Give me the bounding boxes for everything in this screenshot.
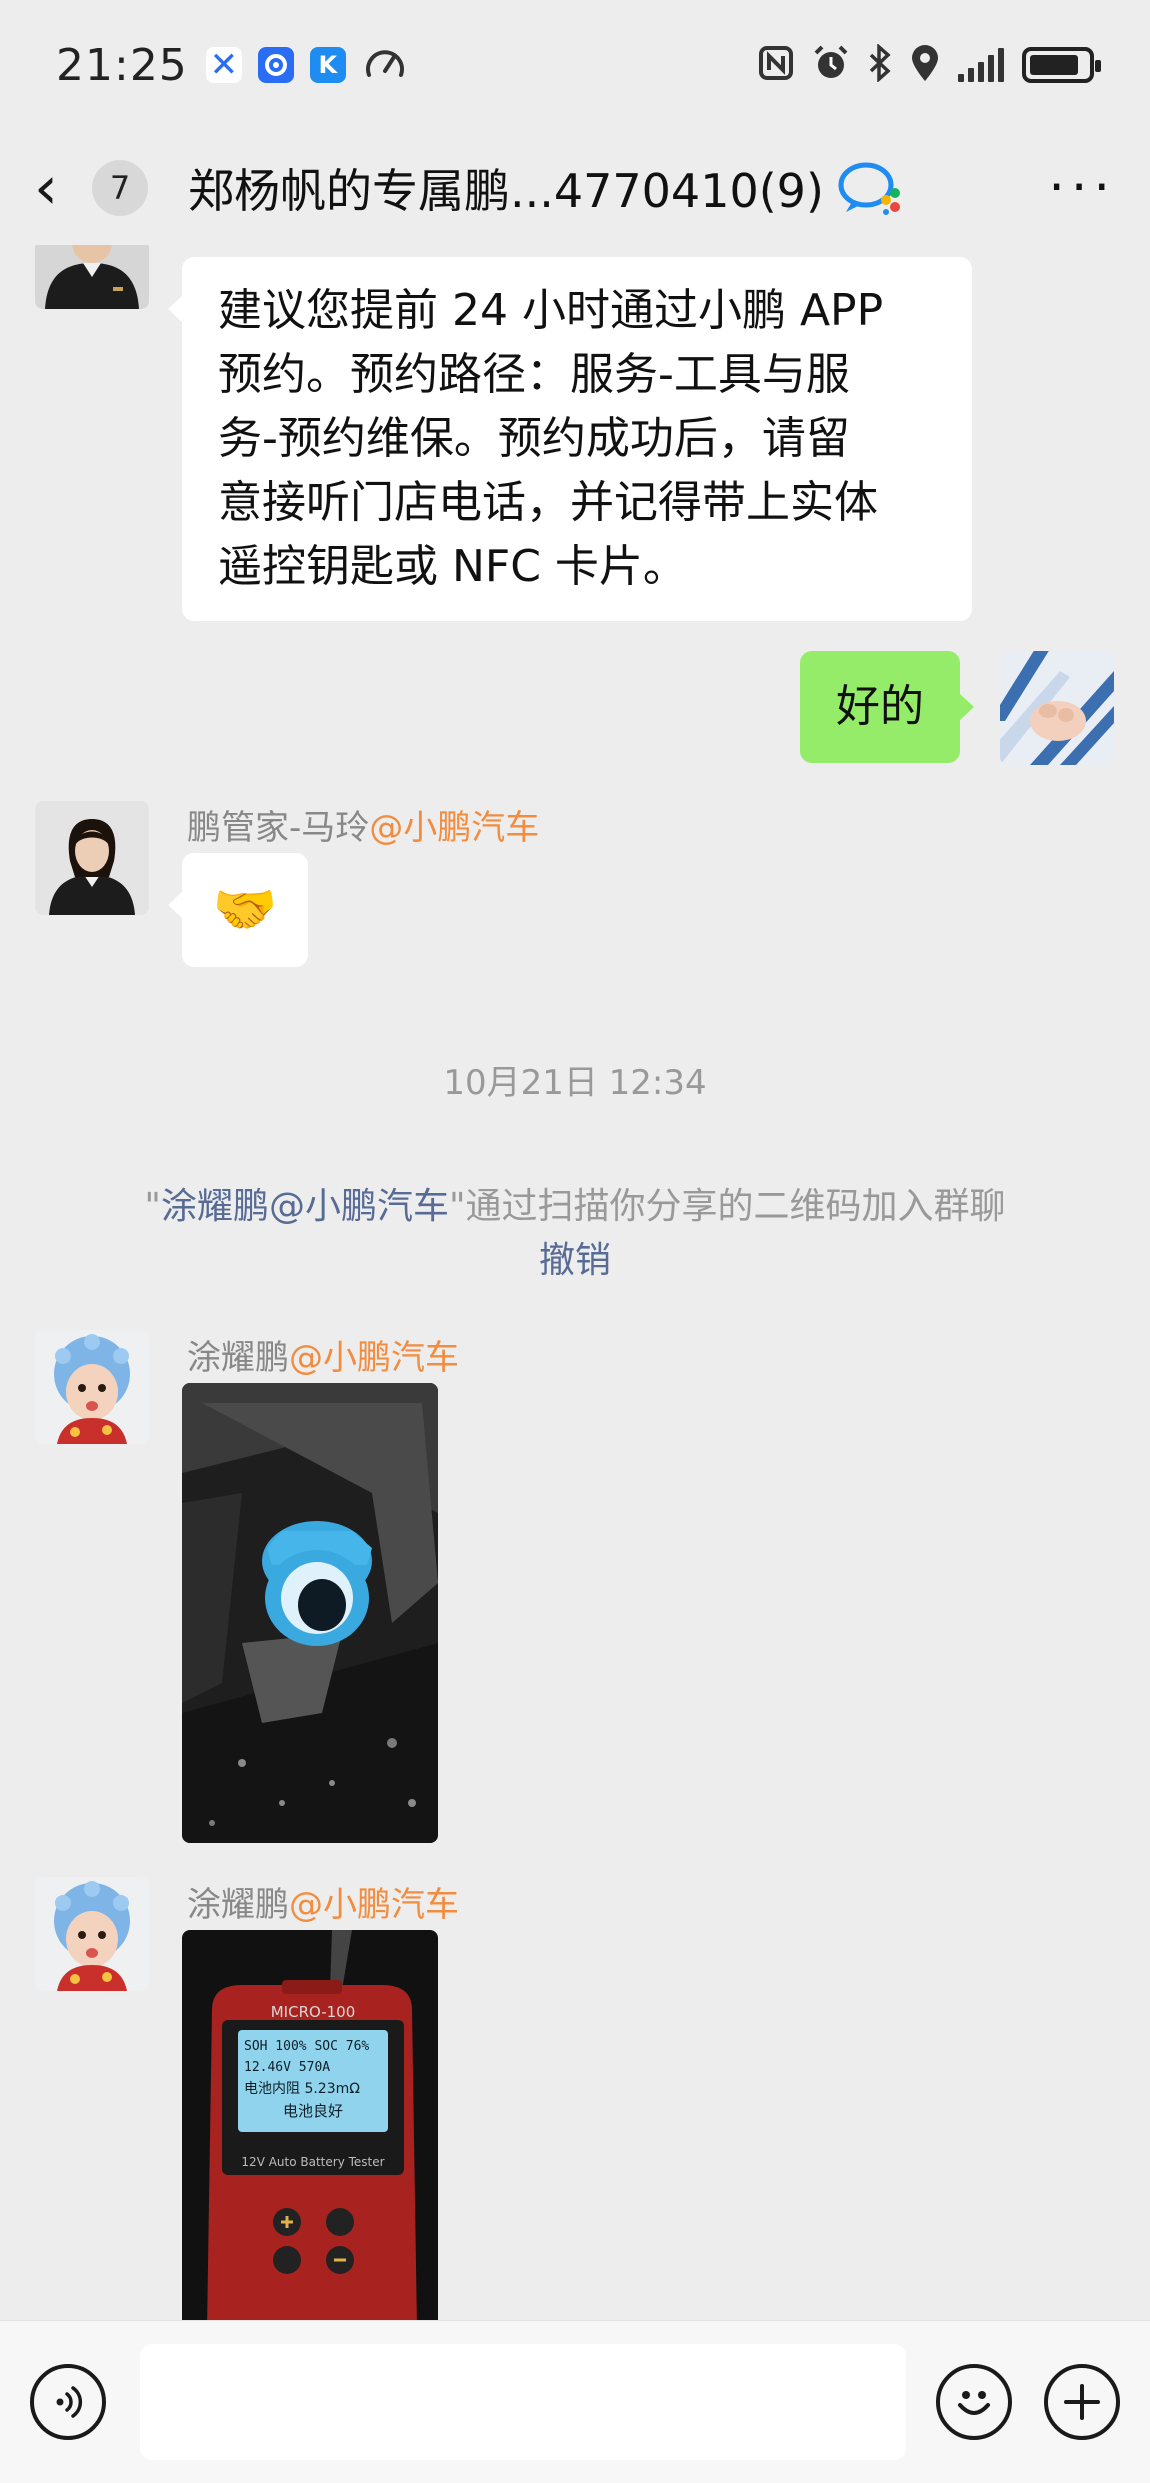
message-bubble-emoji[interactable]: 🤝 [168, 853, 308, 967]
wecom-group-icon [838, 160, 904, 216]
tester-screen-line: 电池良好 [283, 2102, 343, 2120]
chat-header: ‹ 7 郑杨帆的专属鹏...4770410(9) ··· [0, 130, 1150, 245]
input-bar [0, 2320, 1150, 2483]
plus-icon[interactable] [1044, 2364, 1120, 2440]
emoji-icon[interactable] [936, 2364, 1012, 2440]
device-model-label: MICRO-100 [271, 2003, 356, 2021]
system-join-notice: "涂耀鹏@小鹏汽车"通过扫描你分享的二维码加入群聊 撤销 [0, 1180, 1150, 1288]
sender-name-text: 涂耀鹏 [187, 1885, 289, 1925]
k-app-icon: K [309, 47, 346, 83]
tester-screen-line: 电池内阻 5.23mΩ [244, 2081, 360, 2097]
x-app-icon: ✕ [205, 45, 242, 85]
message-text-line: 遥控钥匙或 NFC 卡片。 [218, 541, 687, 592]
sender-name-text: 涂耀鹏 [187, 1338, 289, 1378]
sender-name: 涂耀鹏@小鹏汽车 [187, 1330, 459, 1379]
photo-battery-tester[interactable]: MICRO-100 SOH 100% SOC 76% 12.46V 570A 电… [182, 1930, 438, 2320]
joined-member-link[interactable]: 涂耀鹏@小鹏汽车 [161, 1186, 449, 1227]
location-icon [910, 44, 940, 86]
status-time: 21:25 [56, 39, 188, 91]
avatar-self[interactable] [1000, 651, 1114, 765]
quote-mark: " [144, 1186, 161, 1227]
avatar-tuyaopeng[interactable] [35, 1330, 149, 1444]
avatar-service-agent[interactable] [35, 245, 149, 309]
device-caption: 12V Auto Battery Tester [241, 2155, 384, 2169]
unread-count-badge[interactable]: 7 [92, 159, 148, 216]
revoke-link[interactable]: 撤销 [0, 1234, 1150, 1288]
signal-icon [958, 48, 1004, 82]
system-join-text: "通过扫描你分享的二维码加入群聊 [449, 1186, 1006, 1227]
sender-org-tag: @小鹏汽车 [369, 808, 540, 848]
message-text: 好的 [836, 681, 924, 732]
handshake-emoji: 🤝 [212, 880, 278, 940]
chat-message-list[interactable]: 建议您提前 24 小时通过小鹏 APP 预约。预约路径：服务-工具与服 务-预约… [0, 245, 1150, 2320]
camera-app-icon [257, 47, 294, 83]
speedometer-icon [364, 45, 406, 85]
sender-org-tag: @小鹏汽车 [289, 1885, 459, 1925]
message-input[interactable] [140, 2344, 906, 2460]
battery-icon [1022, 47, 1101, 83]
message-text-line: 意接听门店电话，并记得带上实体 [218, 477, 878, 528]
tester-screen-line: SOH 100% SOC 76% [244, 2039, 369, 2054]
system-join-line: "涂耀鹏@小鹏汽车"通过扫描你分享的二维码加入群聊 [0, 1180, 1150, 1234]
tester-screen-line: 12.46V 570A [244, 2060, 330, 2075]
more-options-icon[interactable]: ··· [1048, 158, 1116, 218]
chat-title: 郑杨帆的专属鹏...4770410(9) [188, 163, 824, 218]
nfc-icon [758, 45, 794, 85]
avatar-service-agent-maling[interactable] [35, 801, 149, 915]
time-divider: 10月21日 12:34 [443, 1063, 707, 1103]
message-text-line: 预约。预约路径：服务-工具与服 [218, 349, 850, 400]
sender-name: 涂耀鹏@小鹏汽车 [187, 1877, 459, 1926]
bluetooth-icon [868, 43, 892, 86]
message-bubble-self[interactable]: 好的 [800, 651, 974, 763]
message-text-line: 务-预约维保。预约成功后，请留 [218, 413, 850, 464]
sender-name: 鹏管家-马玲@小鹏汽车 [187, 800, 539, 849]
photo-washer-fluid-cap[interactable] [182, 1383, 438, 1843]
message-bubble-appointment-info[interactable]: 建议您提前 24 小时通过小鹏 APP 预约。预约路径：服务-工具与服 务-预约… [168, 257, 972, 621]
sender-name-text: 鹏管家-马玲 [187, 808, 370, 848]
status-bar: 21:25 ✕ K [0, 0, 1150, 130]
alarm-icon [812, 44, 850, 86]
avatar-tuyaopeng[interactable] [35, 1877, 149, 1991]
message-text-line: 建议您提前 24 小时通过小鹏 APP [218, 285, 884, 336]
sender-org-tag: @小鹏汽车 [289, 1338, 459, 1378]
voice-icon[interactable] [30, 2364, 106, 2440]
back-icon[interactable]: ‹ [34, 158, 80, 218]
